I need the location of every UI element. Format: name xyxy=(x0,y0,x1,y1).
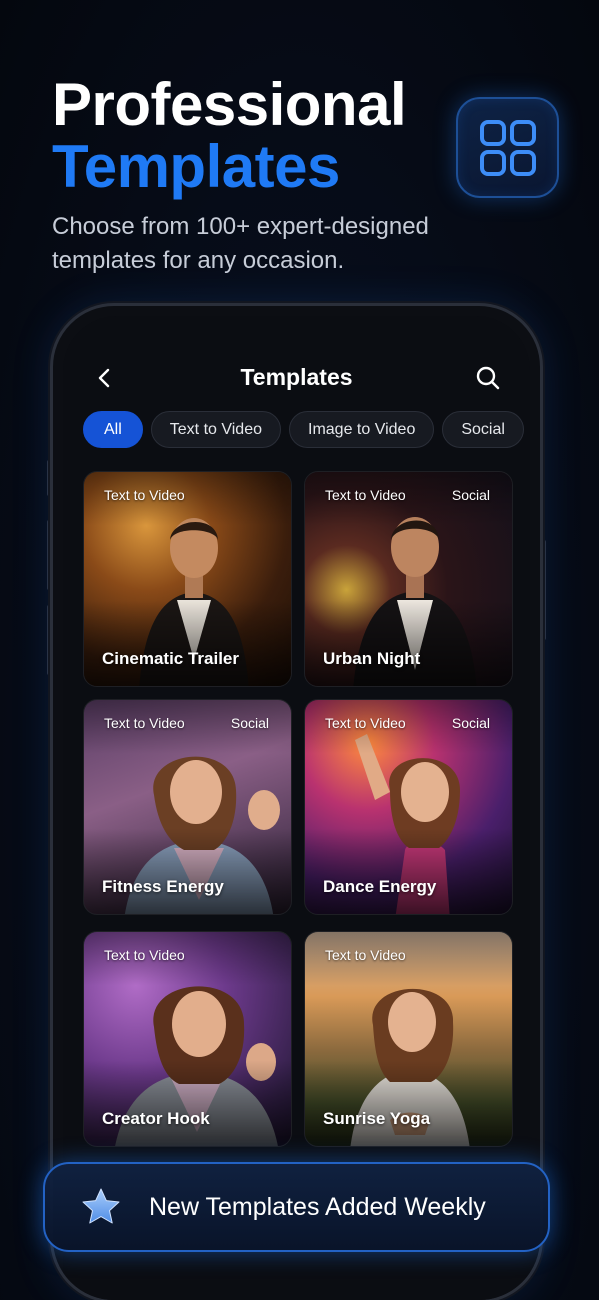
nav-title: Templates xyxy=(240,364,353,390)
grid-badge xyxy=(456,97,559,198)
app-screen: Templates All Text to Video Image to Vid… xyxy=(63,316,530,1300)
template-name: Dance Energy xyxy=(323,877,437,896)
hero-title-line2: Templates xyxy=(52,133,340,200)
template-tag: Social xyxy=(230,715,269,731)
search-icon[interactable] xyxy=(474,364,502,392)
template-card-creator-hook[interactable]: Text to Video Creator Hook xyxy=(83,931,292,1147)
hero-title-line1: Professional xyxy=(52,71,407,138)
template-tag: Text to Video xyxy=(104,487,185,503)
nav-bar: Templates xyxy=(63,358,530,398)
template-tag: Text to Video xyxy=(104,715,185,731)
template-card-urban-night[interactable]: Text to Video Social Urban Night xyxy=(304,471,513,687)
template-tag: Social xyxy=(451,487,490,503)
banner-text: New Templates Added Weekly xyxy=(149,1192,486,1221)
template-tag: Text to Video xyxy=(325,715,406,731)
hero-title: Professional Templates xyxy=(52,71,407,200)
template-tag: Text to Video xyxy=(104,947,185,963)
template-card-dance-energy[interactable]: Text to Video Social Dance Energy xyxy=(304,699,513,915)
grid-icon xyxy=(479,119,536,176)
template-tag: Text to Video xyxy=(325,947,406,963)
template-card-fitness-energy[interactable]: Text to Video Social Fitness Energy xyxy=(83,699,292,915)
filter-chip-image-to-video[interactable]: Image to Video xyxy=(289,411,435,448)
phone-mockup: Templates All Text to Video Image to Vid… xyxy=(50,303,543,1300)
filter-chips: All Text to Video Image to Video Social xyxy=(83,411,524,448)
filter-chip-social[interactable]: Social xyxy=(442,411,524,448)
template-name: Sunrise Yoga xyxy=(323,1109,431,1128)
template-name: Urban Night xyxy=(323,649,421,668)
filter-chip-all[interactable]: All xyxy=(83,411,143,448)
template-tag: Social xyxy=(451,715,490,731)
template-tag: Text to Video xyxy=(325,487,406,503)
template-name: Cinematic Trailer xyxy=(102,649,240,668)
template-name: Creator Hook xyxy=(102,1109,210,1128)
template-card-cinematic-trailer[interactable]: Text to Video Cinematic Trailer xyxy=(83,471,292,687)
hero-subtitle: Choose from 100+ expert-designed templat… xyxy=(52,213,429,274)
template-name: Fitness Energy xyxy=(102,877,224,896)
weekly-templates-banner[interactable]: New Templates Added Weekly xyxy=(43,1162,550,1252)
template-card-sunrise-yoga[interactable]: Text to Video Sunrise Yoga xyxy=(304,931,513,1147)
filter-chip-text-to-video[interactable]: Text to Video xyxy=(150,411,281,448)
star-icon xyxy=(82,1188,120,1224)
